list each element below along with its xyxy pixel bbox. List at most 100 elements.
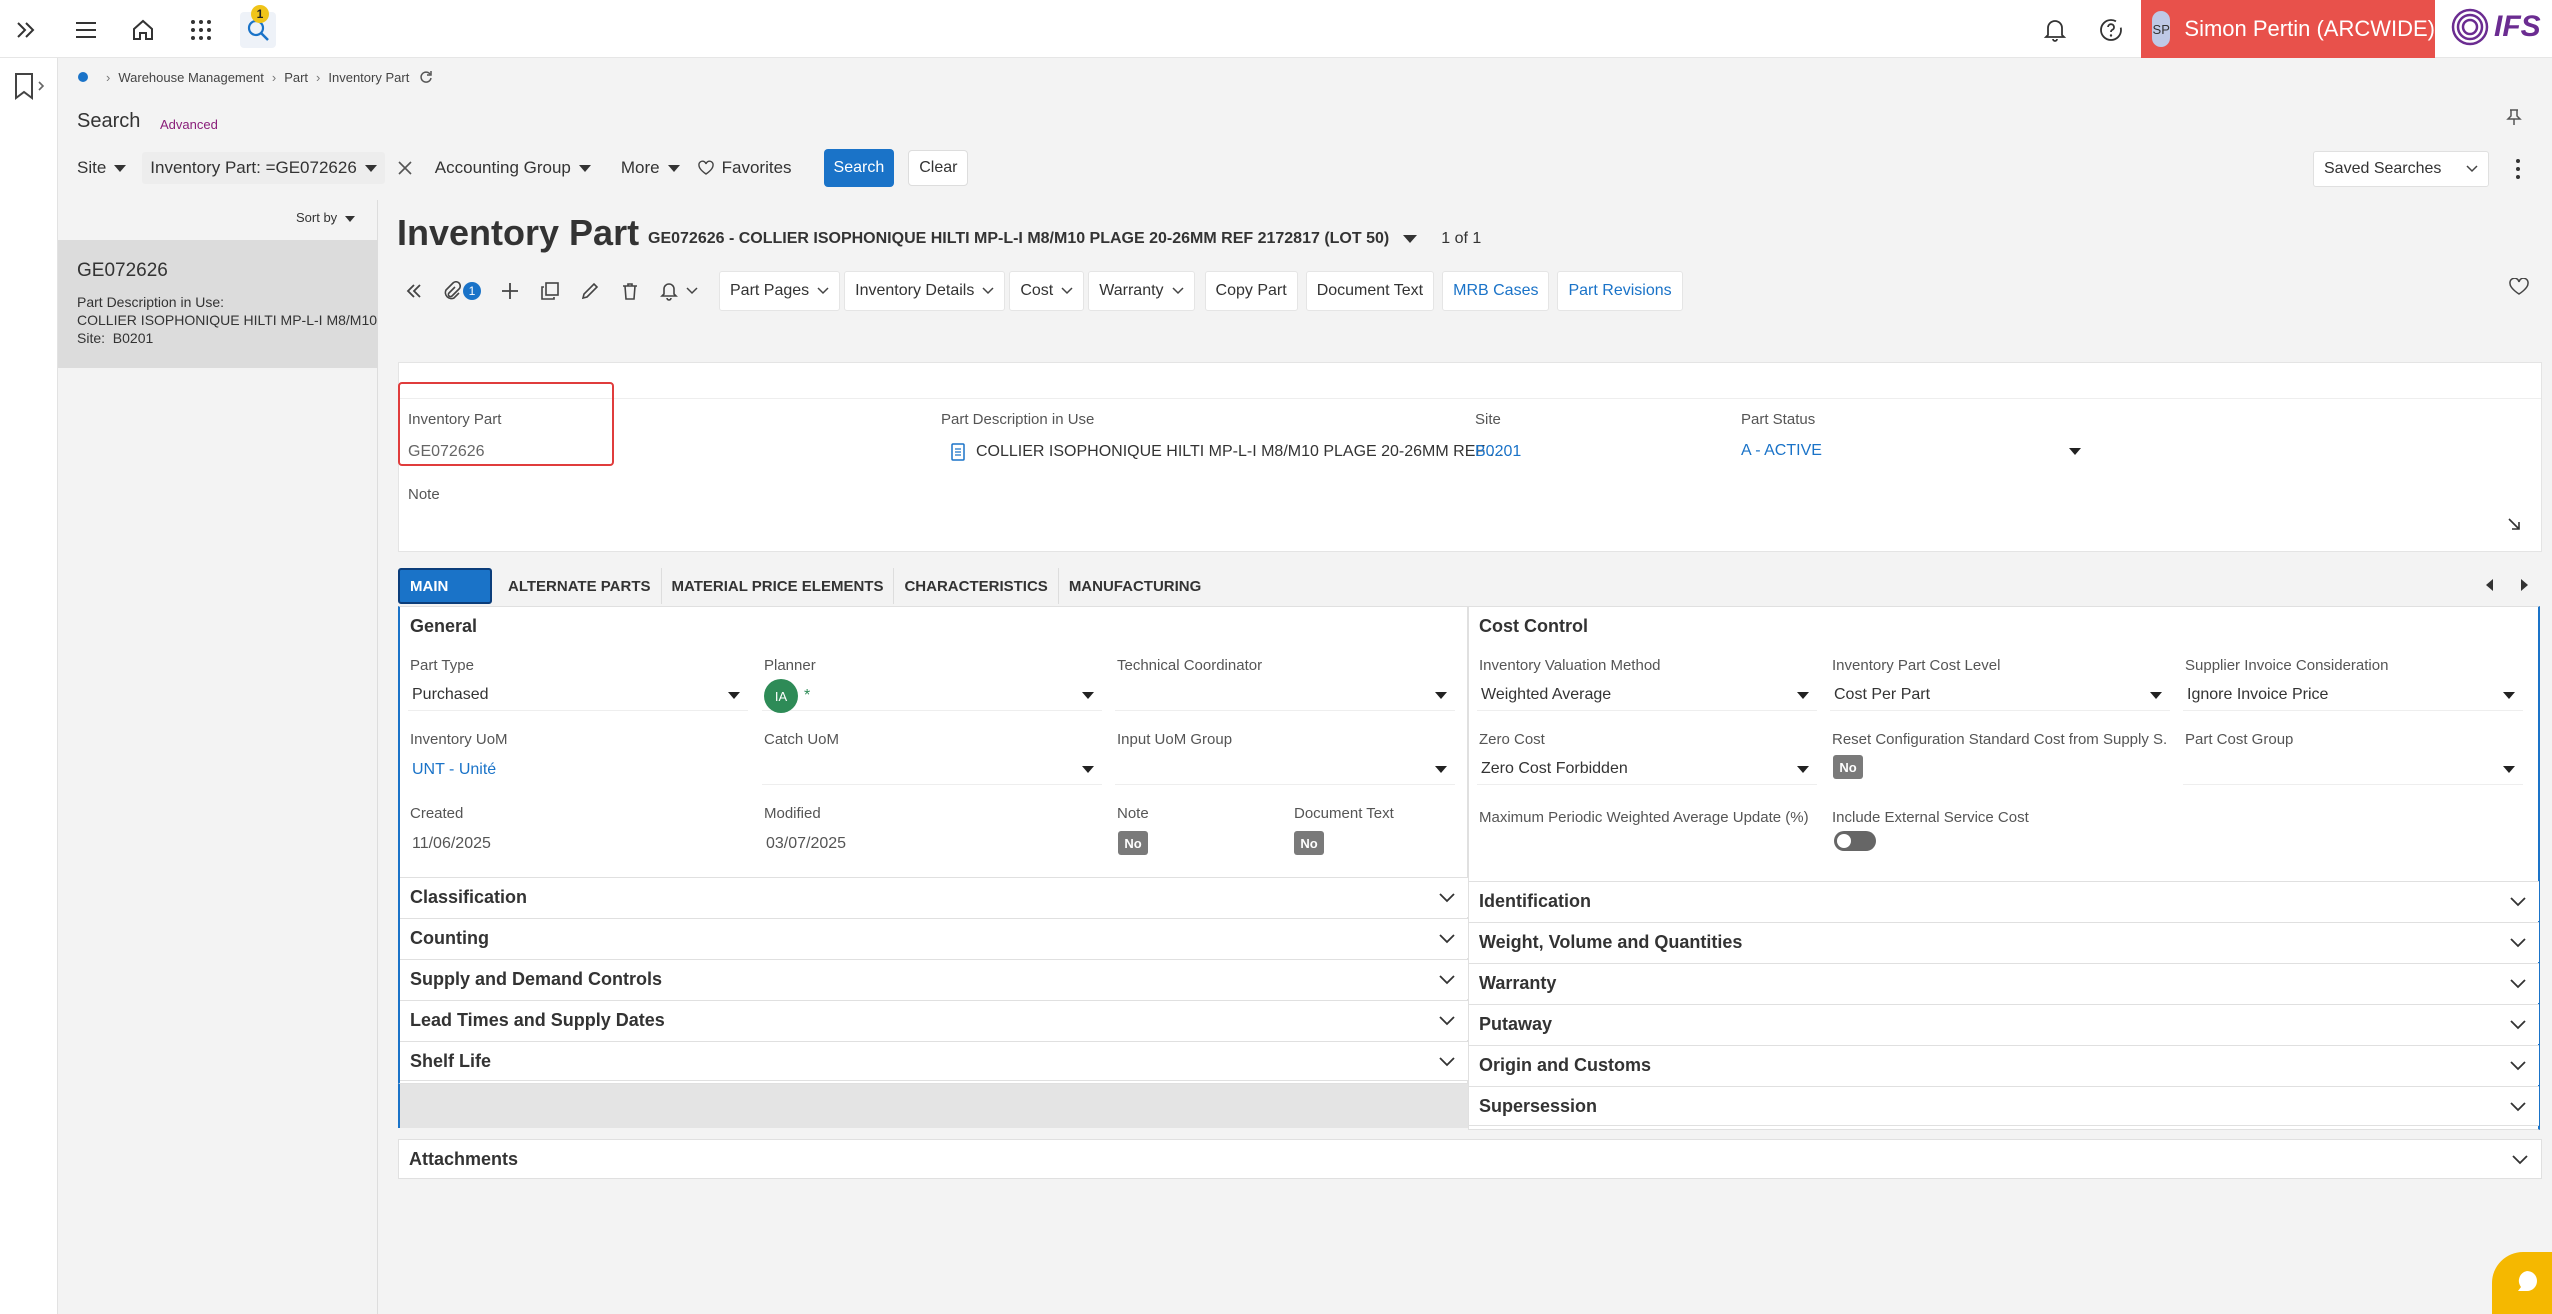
tab-main[interactable]: MAIN	[398, 568, 492, 604]
reset-config-label: Reset Configuration Standard Cost from S…	[1832, 731, 2166, 748]
part-revisions-button[interactable]: Part Revisions	[1557, 271, 1683, 311]
section-putaway[interactable]: Putaway	[1469, 1004, 2539, 1044]
note-field[interactable]	[403, 503, 2533, 543]
favorite-heart-icon[interactable]	[2509, 278, 2529, 296]
inventory-part-filter-chip[interactable]: Inventory Part: =GE072626	[142, 152, 385, 184]
input-uom-group-select[interactable]	[1115, 753, 1455, 785]
reset-config-no-badge: No	[1833, 755, 1863, 779]
assistant-chat-button[interactable]	[2492, 1252, 2552, 1314]
section-supply-demand[interactable]: Supply and Demand Controls	[400, 959, 1468, 999]
chevron-down-icon	[2510, 938, 2526, 948]
inventory-uom-link[interactable]: UNT - Unité	[412, 761, 496, 779]
part-description-label: Part Description in Use	[941, 411, 1095, 428]
section-origin-customs[interactable]: Origin and Customs	[1469, 1045, 2539, 1085]
valuation-method-select[interactable]: Weighted Average	[1477, 679, 1817, 711]
tab-material-price-elements[interactable]: MATERIAL PRICE ELEMENTS	[662, 568, 895, 604]
detail-tabs: MAIN ALTERNATE PARTS MATERIAL PRICE ELEM…	[398, 566, 1211, 606]
cost-level-select[interactable]: Cost Per Part	[1830, 679, 2170, 711]
zero-cost-select[interactable]: Zero Cost Forbidden	[1477, 753, 1817, 785]
collapse-list-icon[interactable]	[397, 271, 431, 311]
saved-searches-select[interactable]: Saved Searches	[2313, 151, 2489, 187]
home-icon[interactable]	[125, 12, 161, 48]
supplier-invoice-select[interactable]: Ignore Invoice Price	[2183, 679, 2523, 711]
clear-button[interactable]: Clear	[908, 150, 969, 186]
favorites-label: Favorites	[721, 158, 792, 177]
tab-manufacturing[interactable]: MANUFACTURING	[1059, 568, 1212, 604]
part-status-select[interactable]: A - ACTIVE	[1737, 435, 2089, 467]
section-classification[interactable]: Classification	[400, 877, 1468, 917]
document-text-button[interactable]: Document Text	[1305, 271, 1435, 311]
part-type-label: Part Type	[410, 657, 474, 674]
attachments-section[interactable]: Attachments	[398, 1139, 2542, 1179]
include-external-toggle[interactable]	[1834, 831, 1876, 851]
site-filter[interactable]: Site	[77, 158, 127, 178]
record-selector[interactable]: GE072626 - COLLIER ISOPHONIQUE HILTI MP-…	[648, 230, 1481, 248]
user-menu[interactable]: SP Simon Pertin (ARCWIDE)	[2141, 0, 2435, 58]
caret-down-icon	[728, 692, 740, 699]
section-shelf-life[interactable]: Shelf Life	[400, 1041, 1468, 1081]
sort-by-button[interactable]: Sort by	[296, 210, 356, 225]
refresh-icon[interactable]	[419, 70, 433, 84]
accounting-group-filter[interactable]: Accounting Group	[435, 158, 591, 178]
bookmark-icon[interactable]	[12, 72, 46, 102]
section-identification[interactable]: Identification	[1469, 881, 2539, 921]
cost-menu[interactable]: Cost	[1009, 271, 1085, 311]
technical-coordinator-select[interactable]	[1115, 679, 1455, 711]
section-warranty[interactable]: Warranty	[1469, 963, 2539, 1003]
warranty-menu[interactable]: Warranty	[1088, 271, 1195, 311]
add-icon[interactable]	[493, 271, 527, 311]
duplicate-icon[interactable]	[533, 271, 567, 311]
inventory-details-menu[interactable]: Inventory Details	[844, 271, 1006, 311]
attachment-button[interactable]: 1	[437, 271, 487, 311]
pin-icon[interactable]	[2506, 108, 2522, 126]
section-weight-volume[interactable]: Weight, Volume and Quantities	[1469, 922, 2539, 962]
expand-arrow-icon[interactable]	[2507, 517, 2521, 531]
section-counting[interactable]: Counting	[400, 918, 1468, 958]
tab-scroll-right-icon[interactable]	[2518, 578, 2530, 592]
cost-control-title: Cost Control	[1479, 616, 1588, 636]
apps-grid-icon[interactable]	[183, 12, 219, 48]
chevron-down-icon	[2510, 1061, 2526, 1071]
edit-pencil-icon[interactable]	[573, 271, 607, 311]
breadcrumb-item[interactable]: Inventory Part	[328, 70, 409, 85]
page-title: Inventory Part	[397, 212, 640, 253]
section-supersession[interactable]: Supersession	[1469, 1086, 2539, 1126]
caret-down-icon	[364, 164, 377, 172]
part-pages-menu[interactable]: Part Pages	[719, 271, 841, 311]
tab-scroll-left-icon[interactable]	[2484, 578, 2496, 592]
document-text-label: Document Text	[1294, 805, 1394, 822]
caret-down-icon	[1403, 235, 1418, 243]
notification-menu-button[interactable]	[653, 271, 705, 311]
expand-navigation-icon[interactable]	[8, 12, 44, 48]
more-filter[interactable]: More	[621, 158, 680, 178]
section-lead-times[interactable]: Lead Times and Supply Dates	[400, 1000, 1468, 1040]
menu-icon[interactable]	[68, 12, 104, 48]
paperclip-icon	[444, 281, 461, 300]
list-item[interactable]: GE072626 Part Description in Use: COLLIE…	[58, 240, 378, 368]
chevron-down-icon	[1172, 287, 1184, 295]
advanced-link[interactable]: Advanced	[160, 117, 218, 132]
bell-icon	[660, 283, 678, 301]
copy-part-button[interactable]: Copy Part	[1204, 271, 1298, 311]
favorites-button[interactable]: Favorites	[697, 158, 792, 178]
help-icon[interactable]	[2093, 12, 2129, 48]
created-label: Created	[410, 805, 464, 822]
part-type-select[interactable]: Purchased	[408, 679, 748, 711]
more-vertical-icon[interactable]	[2512, 158, 2524, 180]
tab-characteristics[interactable]: CHARACTERISTICS	[894, 568, 1059, 604]
notification-bell-icon[interactable]	[2037, 12, 2073, 48]
part-type-value: Purchased	[412, 685, 489, 703]
breadcrumb-item[interactable]: Warehouse Management	[118, 70, 264, 85]
breadcrumb-item[interactable]: Part	[284, 70, 308, 85]
site-label: Site	[1475, 411, 1501, 428]
planner-select[interactable]	[762, 679, 1102, 711]
catch-uom-select[interactable]	[762, 753, 1102, 785]
user-name: Simon Pertin (ARCWIDE)	[2184, 16, 2435, 41]
clear-filter-close-icon[interactable]	[397, 160, 413, 176]
part-cost-group-select[interactable]	[2183, 753, 2523, 785]
delete-trash-icon[interactable]	[613, 271, 647, 311]
site-link[interactable]: B0201	[1475, 443, 1521, 461]
search-button[interactable]: Search	[823, 149, 895, 187]
mrb-cases-button[interactable]: MRB Cases	[1442, 271, 1550, 311]
tab-alternate-parts[interactable]: ALTERNATE PARTS	[498, 568, 662, 604]
